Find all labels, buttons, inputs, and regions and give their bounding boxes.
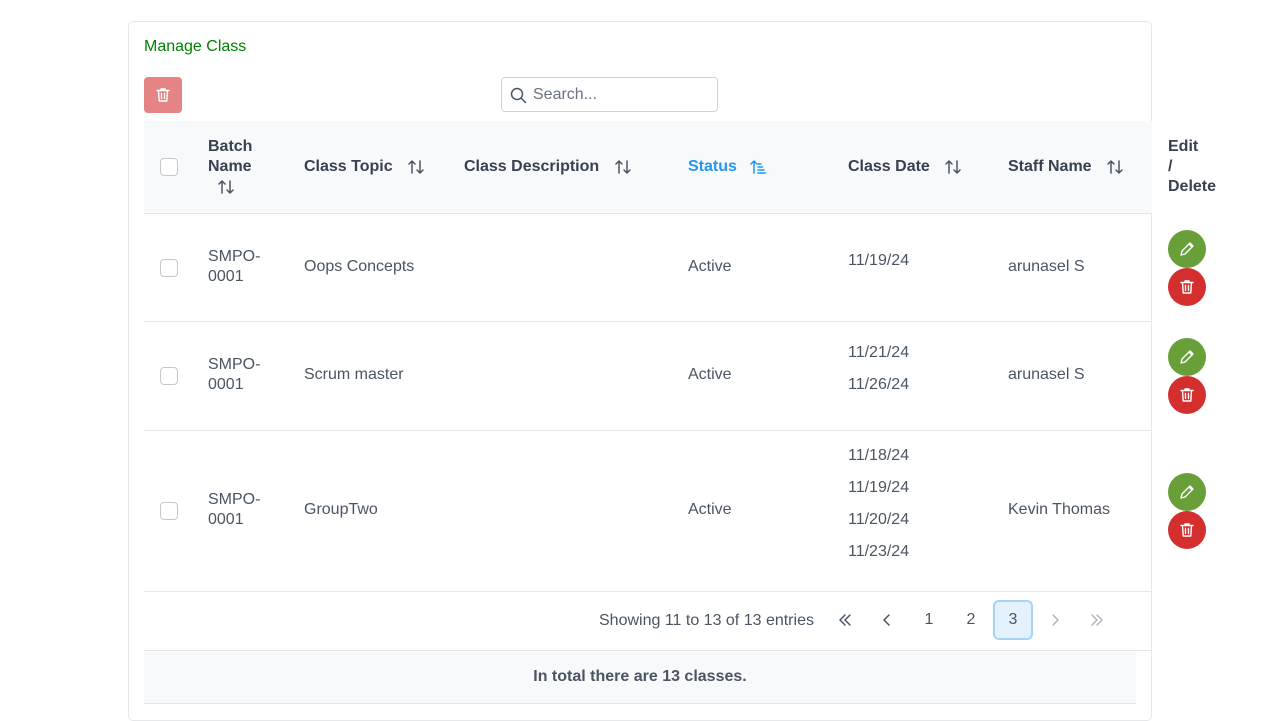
column-header-staff-name[interactable]: Staff Name (1008, 157, 1124, 177)
batch-name-line2: 0001 (208, 376, 244, 393)
sort-icon (218, 180, 234, 194)
class-date-cell: 11/19/24 (848, 479, 910, 496)
batch-name-line2: 0001 (208, 268, 244, 285)
batch-name-cell: SMPO- 0001 (208, 490, 260, 530)
sort-icon (408, 160, 424, 174)
batch-name-line1: SMPO- (208, 491, 261, 508)
sort-icon (945, 160, 962, 174)
chevron-right-icon (1052, 614, 1059, 626)
class-topic-cell: Oops Concepts (304, 258, 415, 275)
batch-name-cell: SMPO- 0001 (208, 355, 260, 395)
header-batch-label-line2: Name (208, 158, 252, 175)
class-date-cell: 11/19/24 (848, 252, 910, 269)
staff-name-cell: arunasel S (1008, 366, 1085, 383)
page-button-2[interactable]: 2 (951, 600, 991, 640)
batch-name-line2: 0001 (208, 511, 244, 528)
delete-button[interactable] (1168, 376, 1206, 414)
pencil-icon (1180, 485, 1194, 499)
row-checkbox[interactable] (160, 502, 178, 520)
paginator: Showing 11 to 13 of 13 entries 1 2 3 (144, 592, 1152, 651)
header-status-label: Status (688, 158, 737, 175)
next-page-button[interactable] (1035, 600, 1075, 640)
edit-button[interactable] (1168, 338, 1206, 376)
table-row: SMPO- 0001 Scrum master Active 11/21/24 … (144, 322, 1152, 431)
table-row: SMPO- 0001 GroupTwo Active 11/18/24 11/1… (144, 431, 1152, 592)
trash-icon (1180, 523, 1194, 537)
column-header-batch-name[interactable]: Batch Name (208, 137, 252, 197)
header-batch-label-line1: Batch (208, 138, 253, 155)
trash-icon (1180, 388, 1194, 402)
pencil-icon (1180, 242, 1194, 256)
header-edit-line3: Delete (1168, 178, 1217, 195)
chevrons-left-icon (839, 614, 851, 626)
trash-icon (1180, 280, 1194, 294)
trash-icon (156, 88, 170, 102)
header-edit-line1: Edit (1168, 138, 1199, 155)
class-date-cell: 11/20/24 (848, 511, 910, 528)
delete-button[interactable] (1168, 268, 1206, 306)
page-button-3[interactable]: 3 (993, 600, 1033, 640)
edit-button[interactable] (1168, 473, 1206, 511)
column-header-status[interactable]: Status (688, 157, 767, 177)
column-header-class-description[interactable]: Class Description (464, 157, 632, 177)
page-title: Manage Class (144, 38, 247, 55)
staff-name-cell: Kevin Thomas (1008, 501, 1110, 518)
column-header-edit-delete: Edit / Delete (1168, 137, 1216, 197)
header-class-date-label: Class Date (848, 158, 930, 175)
header-class-topic-label: Class Topic (304, 158, 393, 175)
sort-icon (1107, 160, 1123, 174)
row-checkbox[interactable] (160, 259, 178, 277)
delete-button[interactable] (1168, 511, 1206, 549)
first-page-button[interactable] (825, 600, 865, 640)
class-date-cell: 11/23/24 (848, 543, 910, 560)
class-topic-cell: GroupTwo (304, 501, 378, 518)
status-cell: Active (688, 366, 732, 383)
batch-name-line1: SMPO- (208, 356, 261, 373)
header-class-description-label: Class Description (464, 158, 600, 175)
class-date-cell: 11/26/24 (848, 376, 910, 393)
search-input[interactable] (533, 78, 713, 111)
search-box (501, 77, 718, 112)
pagination-report: Showing 11 to 13 of 13 entries (599, 612, 814, 629)
class-date-cell: 11/18/24 (848, 447, 910, 464)
class-date-cell: 11/21/24 (848, 344, 910, 361)
chevrons-right-icon (1091, 614, 1103, 626)
page-button-1[interactable]: 1 (909, 600, 949, 640)
prev-page-button[interactable] (867, 600, 907, 640)
status-cell: Active (688, 258, 732, 275)
class-topic-cell: Scrum master (304, 366, 404, 383)
search-icon (510, 87, 527, 104)
batch-name-line1: SMPO- (208, 248, 261, 265)
edit-button[interactable] (1168, 230, 1206, 268)
column-header-class-topic[interactable]: Class Topic (304, 157, 425, 177)
chevron-left-icon (883, 614, 890, 626)
row-checkbox[interactable] (160, 367, 178, 385)
header-edit-line2: / (1168, 158, 1173, 175)
table-footer: In total there are 13 classes. (144, 651, 1136, 704)
table-header: Batch Name Class Topic Class Description… (144, 121, 1152, 214)
table-row: SMPO- 0001 Oops Concepts Active 11/19/24… (144, 214, 1152, 322)
last-page-button[interactable] (1077, 600, 1117, 640)
sort-icon (614, 160, 631, 174)
column-header-class-date[interactable]: Class Date (848, 157, 962, 177)
sort-amount-up-icon (750, 160, 767, 174)
select-all-checkbox[interactable] (160, 158, 178, 176)
pencil-icon (1180, 350, 1194, 364)
bulk-delete-button[interactable] (144, 77, 182, 113)
header-staff-name-label: Staff Name (1008, 158, 1092, 175)
staff-name-cell: arunasel S (1008, 258, 1085, 275)
batch-name-cell: SMPO- 0001 (208, 247, 260, 287)
status-cell: Active (688, 501, 732, 518)
total-classes-text: In total there are 13 classes. (533, 668, 747, 685)
